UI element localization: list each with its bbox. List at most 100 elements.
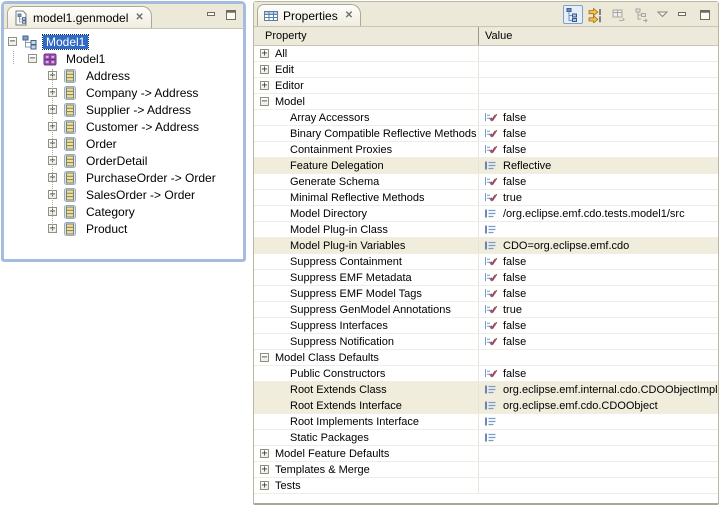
- property-row[interactable]: Root Implements Interface: [254, 414, 718, 430]
- category-row[interactable]: +Tests: [254, 478, 718, 494]
- property-row[interactable]: Static Packages: [254, 430, 718, 446]
- tree-item[interactable]: +OrderDetail: [4, 152, 243, 169]
- column-header-property[interactable]: Property: [254, 27, 478, 45]
- minimize-button[interactable]: [672, 5, 692, 24]
- tree-item-label[interactable]: Address: [83, 69, 133, 83]
- tree-item-label[interactable]: OrderDetail: [83, 154, 150, 168]
- property-value[interactable]: true: [503, 192, 522, 204]
- editor-tab-model1-genmodel[interactable]: model1.genmodel ✕: [7, 6, 152, 28]
- properties-tab-label: Properties: [283, 9, 338, 23]
- show-categories-button: [632, 5, 652, 24]
- category-row[interactable]: +All: [254, 46, 718, 62]
- property-value[interactable]: /org.eclipse.emf.cdo.tests.model1/src: [503, 208, 685, 220]
- category-row[interactable]: +Templates & Merge: [254, 462, 718, 478]
- close-icon[interactable]: ✕: [345, 10, 353, 21]
- property-value[interactable]: false: [503, 336, 526, 348]
- expand-icon[interactable]: +: [260, 65, 269, 74]
- property-value[interactable]: Reflective: [503, 160, 551, 172]
- tree-item[interactable]: +Company -> Address: [4, 84, 243, 101]
- tree-item-label[interactable]: Supplier -> Address: [83, 103, 194, 117]
- expand-icon[interactable]: +: [260, 449, 269, 458]
- tree-item-label[interactable]: Model1: [43, 35, 88, 49]
- property-row[interactable]: Model Directory/org.eclipse.emf.cdo.test…: [254, 206, 718, 222]
- property-value[interactable]: org.eclipse.emf.cdo.CDOObject: [503, 400, 658, 412]
- maximize-button[interactable]: [695, 5, 715, 24]
- show-advanced-button[interactable]: [586, 5, 606, 24]
- text-value-icon: [484, 400, 498, 411]
- text-value-icon: [484, 416, 498, 427]
- tree-item[interactable]: +Category: [4, 203, 243, 220]
- property-row[interactable]: Containment Proxiesfalse: [254, 142, 718, 158]
- property-row[interactable]: Public Constructorsfalse: [254, 366, 718, 382]
- expand-icon[interactable]: +: [260, 81, 269, 90]
- tree-item[interactable]: − Model1: [4, 33, 243, 50]
- expand-icon[interactable]: +: [260, 481, 269, 490]
- tree-item-label[interactable]: Customer -> Address: [83, 120, 202, 134]
- minimize-icon[interactable]: [203, 8, 219, 21]
- property-row[interactable]: Suppress Notificationfalse: [254, 334, 718, 350]
- tree-item-label[interactable]: Order: [83, 137, 120, 151]
- property-label: Suppress EMF Model Tags: [290, 288, 422, 300]
- boolean-value-icon: [484, 304, 498, 315]
- category-row[interactable]: +Editor: [254, 78, 718, 94]
- tree-item-label[interactable]: Company -> Address: [83, 86, 201, 100]
- category-row[interactable]: +Edit: [254, 62, 718, 78]
- property-row[interactable]: Array Accessorsfalse: [254, 110, 718, 126]
- tree-item[interactable]: +Supplier -> Address: [4, 101, 243, 118]
- property-value[interactable]: false: [503, 288, 526, 300]
- property-row[interactable]: Root Extends Interfaceorg.eclipse.emf.cd…: [254, 398, 718, 414]
- property-value[interactable]: false: [503, 272, 526, 284]
- tree-item-label[interactable]: SalesOrder -> Order: [83, 188, 198, 202]
- property-value[interactable]: CDO=org.eclipse.emf.cdo: [503, 240, 629, 252]
- property-row[interactable]: Suppress EMF Model Tags false: [254, 286, 718, 302]
- tree-item[interactable]: +Product: [4, 220, 243, 237]
- property-row[interactable]: Root Extends Classorg.eclipse.emf.intern…: [254, 382, 718, 398]
- property-value[interactable]: true: [503, 304, 522, 316]
- collapse-icon[interactable]: −: [260, 97, 269, 106]
- tree-item[interactable]: − Model1: [4, 50, 243, 67]
- property-label: Model Feature Defaults: [275, 448, 389, 460]
- property-value[interactable]: false: [503, 128, 526, 140]
- property-value[interactable]: false: [503, 176, 526, 188]
- tree-mode-button[interactable]: [563, 5, 583, 24]
- expand-icon[interactable]: +: [260, 49, 269, 58]
- tree-item[interactable]: +Order: [4, 135, 243, 152]
- property-row[interactable]: Minimal Reflective Methodstrue: [254, 190, 718, 206]
- tree-item[interactable]: +Customer -> Address: [4, 118, 243, 135]
- close-icon[interactable]: ✕: [135, 12, 143, 23]
- tree-item-label[interactable]: PurchaseOrder -> Order: [83, 171, 219, 185]
- tree-item[interactable]: +PurchaseOrder -> Order: [4, 169, 243, 186]
- property-row[interactable]: Suppress Interfacesfalse: [254, 318, 718, 334]
- collapse-icon[interactable]: −: [260, 353, 269, 362]
- tree-item[interactable]: +SalesOrder -> Order: [4, 186, 243, 203]
- property-value[interactable]: false: [503, 256, 526, 268]
- property-row[interactable]: Binary Compatible Reflective Methodsfals…: [254, 126, 718, 142]
- tab-properties[interactable]: Properties ✕: [257, 4, 361, 26]
- view-menu-icon[interactable]: [655, 5, 669, 24]
- property-row[interactable]: Suppress EMF Metadatafalse: [254, 270, 718, 286]
- property-value[interactable]: false: [503, 368, 526, 380]
- expand-icon[interactable]: +: [260, 465, 269, 474]
- collapse-icon[interactable]: −: [8, 37, 17, 46]
- property-row[interactable]: Suppress GenModel Annotationstrue: [254, 302, 718, 318]
- category-row[interactable]: + Model Feature Defaults: [254, 446, 718, 462]
- property-value[interactable]: org.eclipse.emf.internal.cdo.CDOObjectIm…: [503, 384, 718, 396]
- property-value[interactable]: false: [503, 144, 526, 156]
- category-row[interactable]: −Model Class Defaults: [254, 350, 718, 366]
- maximize-icon[interactable]: [223, 8, 239, 21]
- tree-item-label[interactable]: Product: [83, 222, 130, 236]
- collapse-icon[interactable]: −: [28, 54, 37, 63]
- tree-item-label[interactable]: Category: [83, 205, 138, 219]
- property-row[interactable]: Generate Schemafalse: [254, 174, 718, 190]
- property-value[interactable]: false: [503, 320, 526, 332]
- property-row[interactable]: Suppress Containment false: [254, 254, 718, 270]
- tree-item[interactable]: +Address: [4, 67, 243, 84]
- property-value[interactable]: false: [503, 112, 526, 124]
- property-row[interactable]: Feature DelegationReflective: [254, 158, 718, 174]
- column-header-value[interactable]: Value: [478, 27, 718, 45]
- property-row[interactable]: Model Plug-in VariablesCDO=org.eclipse.e…: [254, 238, 718, 254]
- category-row[interactable]: −Model: [254, 94, 718, 110]
- tree-item-label[interactable]: Model1: [63, 52, 108, 66]
- property-label: Suppress Containment: [290, 256, 402, 268]
- property-row[interactable]: Model Plug-in Class: [254, 222, 718, 238]
